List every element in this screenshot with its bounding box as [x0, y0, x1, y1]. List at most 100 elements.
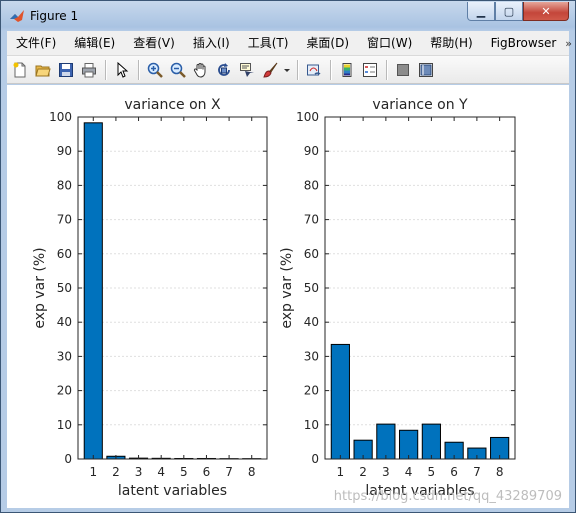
x-tick-label: 1: [89, 465, 97, 479]
y-tick-label: 60: [304, 247, 319, 261]
maximize-button[interactable]: ▢: [495, 2, 523, 21]
y-axis-label: exp var (%): [32, 247, 48, 328]
y-tick-label: 30: [57, 349, 72, 363]
x-axis-label: latent variables: [118, 483, 227, 499]
edit-plot-arrow-icon: [117, 61, 129, 78]
menu-view[interactable]: 查看(V): [124, 32, 184, 54]
close-icon: ✕: [541, 4, 551, 18]
x-tick-label: 2: [359, 465, 367, 479]
y-tick-label: 0: [64, 452, 72, 466]
toolbar-separator: [297, 59, 299, 80]
figure-canvas: 0 10 20 30 40 50 60 70 80 90 100 1 2 3 4 5 6 7 8 variance o…: [7, 85, 569, 508]
hide-plot-tools-button[interactable]: [393, 60, 413, 80]
y-tick-label: 90: [304, 144, 319, 158]
figure-toolbar: [7, 56, 569, 84]
minimize-button[interactable]: ▁: [467, 2, 495, 21]
menu-overflow-icon[interactable]: »: [565, 37, 572, 50]
menu-insert[interactable]: 插入(I): [184, 32, 239, 54]
toolbar-separator: [138, 59, 140, 80]
insert-colorbar-button[interactable]: [337, 60, 357, 80]
y-tick-label: 100: [296, 110, 319, 124]
edit-plot-button[interactable]: [112, 60, 132, 80]
close-button[interactable]: ✕: [523, 2, 569, 21]
y-tick-label: 100: [49, 110, 72, 124]
matlab-icon: [10, 10, 24, 22]
y-tick-label: 10: [57, 418, 72, 432]
y-tick-label: 40: [304, 315, 319, 329]
chart-title: variance on X: [124, 97, 221, 113]
toolbar-separator: [105, 59, 107, 80]
y-tick-label: 50: [304, 281, 319, 295]
y-tick-label: 70: [304, 213, 319, 227]
brush-icon: [263, 62, 278, 78]
watermark-text: https://blog.csdn.net/qq_43289709: [334, 489, 562, 504]
menu-tools[interactable]: 工具(T): [239, 32, 298, 54]
x-tick-label: 6: [203, 465, 211, 479]
toolbar-separator: [330, 59, 332, 80]
pan-button[interactable]: [191, 60, 211, 80]
open-file-icon: [35, 65, 51, 76]
y-tick-label: 20: [57, 384, 72, 398]
insert-legend-icon: [363, 62, 377, 77]
menu-window[interactable]: 窗口(W): [358, 32, 421, 54]
x-tick-label: 7: [225, 465, 233, 479]
y-tick-label: 80: [57, 178, 72, 192]
bar[interactable]: [330, 343, 350, 460]
data-cursor-button[interactable]: [237, 60, 257, 80]
rotate-3d-button[interactable]: [214, 60, 234, 80]
brush-dropdown-button[interactable]: [283, 60, 291, 80]
save-button[interactable]: [56, 60, 76, 80]
x-tick-label: 4: [405, 465, 413, 479]
link-plot-button[interactable]: [304, 60, 324, 80]
x-tick-label: 7: [473, 465, 481, 479]
zoom-out-button[interactable]: [168, 60, 188, 80]
show-plot-tools-button[interactable]: [416, 60, 436, 80]
zoom-in-button[interactable]: [145, 60, 165, 80]
save-icon: [59, 62, 73, 77]
menu-desktop[interactable]: 桌面(D): [297, 32, 358, 54]
y-tick-label: 70: [57, 213, 72, 227]
zoom-out-icon: [170, 62, 186, 78]
open-file-button[interactable]: [33, 60, 53, 80]
y-axis-label: exp var (%): [279, 247, 295, 328]
x-tick-label: 1: [337, 465, 345, 479]
bar[interactable]: [399, 429, 419, 460]
x-tick-label: 8: [248, 465, 256, 479]
pan-hand-icon: [193, 62, 206, 78]
rotate-3d-icon: [218, 62, 230, 76]
y-tick-label: 10: [304, 418, 319, 432]
minimize-icon: ▁: [476, 4, 486, 18]
brush-button[interactable]: [260, 60, 280, 80]
plot-area: 01020304050607080901001 2 3 4 5 6 7 8variance o…: [32, 97, 562, 504]
title-bar[interactable]: Figure 1 ▁ ▢ ✕: [1, 1, 575, 30]
menu-edit[interactable]: 编辑(E): [65, 32, 124, 54]
y-tick-label: 0: [311, 452, 319, 466]
menu-file[interactable]: 文件(F): [7, 32, 65, 54]
show-plot-tools-icon: [419, 62, 433, 77]
chart-title: variance on Y: [372, 97, 468, 113]
y-tick-label: 20: [304, 384, 319, 398]
insert-colorbar-icon: [342, 62, 352, 77]
menu-help[interactable]: 帮助(H): [421, 32, 481, 54]
x-tick-label: 4: [157, 465, 165, 479]
y-tick-label: 50: [57, 281, 72, 295]
subplot-left: 0 10 20 30 40 50 60 70 80 90 100 1 2 3 4 5 6 7 8 variance o…: [32, 97, 268, 499]
print-icon: [82, 62, 96, 77]
new-figure-icon: [13, 62, 26, 77]
window-title: Figure 1: [30, 9, 79, 23]
menu-figbrowser[interactable]: FigBrowser: [482, 32, 566, 54]
x-tick-label: 5: [180, 465, 188, 479]
bar[interactable]: [421, 423, 441, 460]
insert-legend-button[interactable]: [360, 60, 380, 80]
print-button[interactable]: [79, 60, 99, 80]
subplot-right: 01020304050607080901001 2 3 4 5 6 7 8variance o…: [279, 97, 516, 499]
zoom-in-icon: [147, 62, 163, 78]
new-figure-button[interactable]: [10, 60, 30, 80]
y-tick-label: 90: [57, 144, 72, 158]
y-tick-label: 30: [304, 349, 319, 363]
x-tick-label: 6: [450, 465, 458, 479]
y-tick-label: 80: [304, 178, 319, 192]
bar[interactable]: [83, 122, 103, 460]
toolbar-separator: [386, 59, 388, 80]
bar[interactable]: [376, 423, 396, 460]
